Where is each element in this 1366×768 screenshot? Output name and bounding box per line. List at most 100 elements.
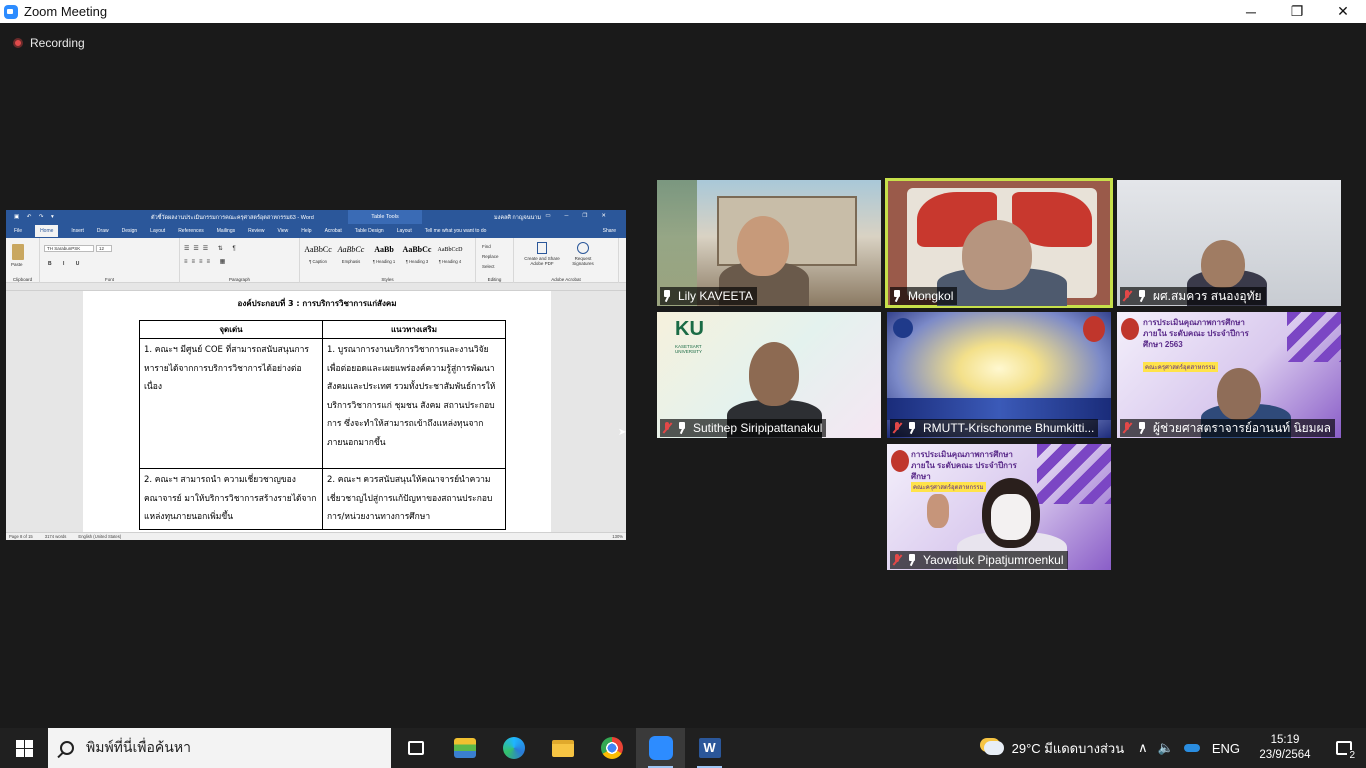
word-quick-access[interactable]: ▣ ↶ ↷ ▾ <box>14 214 57 220</box>
task-view-button[interactable] <box>391 728 440 768</box>
muted-mic-icon <box>1122 290 1132 302</box>
style-caption[interactable]: AaBbCc ¶ Caption <box>303 241 333 271</box>
video-tile-yaowaluk[interactable]: การประเมินคุณภาพการศึกษาภายใน ระดับคณะ ป… <box>887 444 1111 570</box>
taskbar-app-file-explorer[interactable] <box>538 728 587 768</box>
pin-icon <box>907 554 917 566</box>
find-button[interactable]: Find <box>482 242 499 252</box>
ku-logo-text: KU <box>675 318 704 340</box>
taskbar-search-box[interactable]: พิมพ์ที่นี่เพื่อค้นหา <box>48 728 391 768</box>
clock-date: 23/9/2564 <box>1259 749 1311 761</box>
tab-draw[interactable]: Draw <box>97 228 109 234</box>
tab-review[interactable]: Review <box>248 228 264 234</box>
request-signatures-button[interactable]: Request Signatures <box>568 242 598 266</box>
style-preview: AaBbCcD <box>437 247 463 253</box>
minimize-button[interactable]: ─ <box>1228 0 1274 23</box>
pin-icon <box>1137 422 1147 434</box>
taskbar-app-edge[interactable] <box>489 728 538 768</box>
tab-insert[interactable]: Insert <box>71 228 84 234</box>
windows-logo-icon <box>15 739 33 757</box>
show-hidden-icons-chevron-icon[interactable]: ∧ <box>1138 740 1148 756</box>
style-preview: AaBbCc <box>402 245 432 254</box>
style-emphasis[interactable]: AaBbCc Emphasis <box>336 241 366 271</box>
table-cell[interactable]: 1. บูรณาการงานบริการวิชาการและงานวิจัยเพ… <box>322 338 506 469</box>
notification-center-button[interactable]: 2 <box>1322 728 1366 768</box>
participant-name-bar: Mongkol <box>890 287 958 305</box>
taskbar-app-zoom[interactable] <box>636 728 685 768</box>
font-name-box[interactable]: TH SarabunPSK <box>44 245 94 252</box>
video-tile-somkuan[interactable]: ผศ.สมควร สนองอุทัย <box>1117 180 1341 306</box>
create-pdf-button[interactable]: Create and Share Adobe PDF <box>522 242 562 266</box>
word-status-bar: Page 8 of 15 3174 words English (United … <box>6 532 626 540</box>
font-size-box[interactable]: 12 <box>96 245 112 252</box>
word-share-button[interactable]: Share <box>603 228 616 234</box>
paragraph-group: ☰☰☰ ⇅ ¶ ≡≡≡≡ ▦ Paragraph <box>180 238 300 283</box>
tab-home[interactable]: Home <box>35 225 59 237</box>
recording-label: Recording <box>30 36 85 50</box>
weather-text[interactable]: 29°C มีแดดบางส่วน <box>1012 738 1125 759</box>
faculty-seal-icon <box>891 450 909 472</box>
taskbar-app-bluestacks[interactable] <box>440 728 489 768</box>
participant-name: Sutithep Siripipattanakul <box>693 421 823 435</box>
taskbar-app-chrome[interactable] <box>587 728 636 768</box>
acrobat-group: Create and Share Adobe PDF Request Signa… <box>514 238 619 283</box>
paste-icon[interactable] <box>12 244 24 260</box>
tell-me-box[interactable]: Tell me what you want to do <box>425 228 487 234</box>
page-count[interactable]: Page 8 of 15 <box>9 534 33 539</box>
tab-file[interactable]: File <box>14 228 22 234</box>
edge-icon <box>502 737 525 759</box>
align-icons[interactable]: ≡≡≡≡ ▦ <box>184 258 229 265</box>
replace-button[interactable]: Replace <box>482 252 499 262</box>
taskbar-app-word[interactable]: W <box>685 728 734 768</box>
format-buttons[interactable]: B I U <box>48 261 84 267</box>
onedrive-icon[interactable] <box>1183 744 1200 752</box>
document-page[interactable]: องค์ประกอบที่ 3 : การบริการวิชาการแก่สัง… <box>83 291 551 532</box>
zoom-level[interactable]: 130% <box>612 534 623 539</box>
recording-indicator[interactable]: Recording <box>13 36 85 50</box>
style-heading-1[interactable]: AaBb ¶ Heading 1 <box>369 241 399 271</box>
language-status[interactable]: English (United States) <box>78 534 121 539</box>
tab-view[interactable]: View <box>278 228 289 234</box>
input-language[interactable]: ENG <box>1212 741 1240 756</box>
table-cell[interactable]: 2. คณะฯ สามารถนำ ความเชี่ยวชาญของคณาจารย… <box>139 468 323 530</box>
style-heading-4[interactable]: AaBbCcD ¶ Heading 4 <box>435 241 465 271</box>
word-window-buttons[interactable]: ▭─❐✕ <box>545 213 620 219</box>
word-count[interactable]: 3174 words <box>45 534 67 539</box>
word-ruler[interactable] <box>6 283 626 291</box>
style-name: Emphasis <box>341 259 361 264</box>
video-tile-sutithep[interactable]: KU KASETSART UNIVERSITY Sutithep Siripip… <box>657 312 881 438</box>
clipboard-group-label: Clipboard <box>12 277 33 282</box>
restore-button[interactable]: ❐ <box>1274 0 1320 23</box>
volume-icon[interactable]: 🔈 <box>1158 740 1174 756</box>
table-cell[interactable]: 1. คณะฯ มีศูนย์ COE ที่สามารถสนับสนุนการ… <box>139 338 323 469</box>
table-tools-label: Table Tools <box>348 210 422 224</box>
tab-layout[interactable]: Layout <box>150 228 165 234</box>
paragraph-icons[interactable]: ☰☰☰ ⇅ ¶ <box>184 245 240 252</box>
tab-design[interactable]: Design <box>122 228 138 234</box>
table-cell[interactable]: 2. คณะฯ ควรสนับสนุนให้คณาจารย์นำความเชี่… <box>322 468 506 530</box>
style-heading-3[interactable]: AaBbCc ¶ Heading 3 <box>402 241 432 271</box>
start-button[interactable] <box>0 728 48 768</box>
tab-references[interactable]: References <box>178 228 204 234</box>
video-tile-rmutt[interactable]: RMUTT-Krischonme Bhumkitti... <box>887 312 1111 438</box>
taskbar-clock[interactable]: 15:19 23/9/2564 <box>1248 733 1322 763</box>
tab-table-design[interactable]: Table Design <box>355 228 384 234</box>
tab-acrobat[interactable]: Acrobat <box>325 228 342 234</box>
face-mask <box>991 494 1031 540</box>
tab-help[interactable]: Help <box>301 228 311 234</box>
tab-table-layout[interactable]: Layout <box>397 228 412 234</box>
pin-icon <box>662 290 672 302</box>
video-tile-anon[interactable]: การประเมินคุณภาพการศึกษาภายใน ระดับคณะ ป… <box>1117 312 1341 438</box>
video-tile-mongkol[interactable]: Mongkol <box>885 178 1113 308</box>
pin-icon <box>1137 290 1147 302</box>
editing-group: Find Replace Select Editing <box>476 238 514 283</box>
participant-face <box>1217 368 1261 420</box>
close-button[interactable]: ✕ <box>1320 0 1366 23</box>
shared-screen[interactable]: ▣ ↶ ↷ ▾ ตัวชี้วัดผลงานประเมินกรรมการคณะค… <box>6 210 626 540</box>
assessment-table[interactable]: จุดเด่น แนวทางเสริม 1. คณะฯ มีศูนย์ COE … <box>139 320 506 530</box>
video-tile-lily[interactable]: Lily KAVEETA <box>657 180 881 306</box>
tab-mailings[interactable]: Mailings <box>217 228 235 234</box>
select-button[interactable]: Select <box>482 262 499 272</box>
weather-icon[interactable] <box>983 741 1004 755</box>
style-name: ¶ Heading 3 <box>405 259 429 264</box>
recording-dot-icon <box>13 38 23 48</box>
